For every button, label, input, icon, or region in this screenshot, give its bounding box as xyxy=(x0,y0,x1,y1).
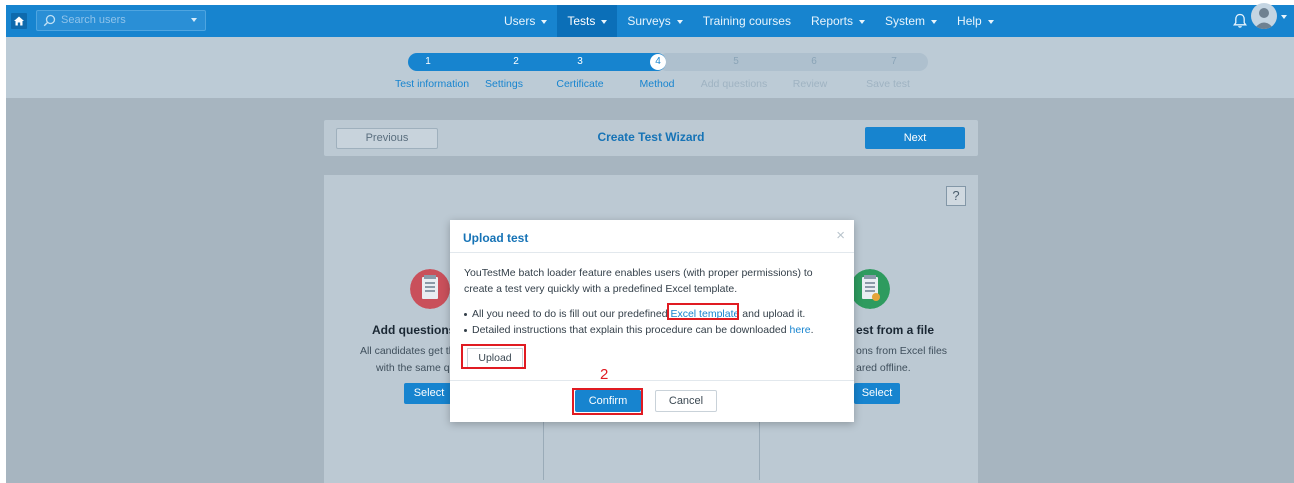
modal-intro: YouTestMe batch loader feature enables u… xyxy=(464,267,813,295)
highlight-confirm xyxy=(572,388,643,415)
step-number[interactable]: 6 xyxy=(804,53,824,71)
nav-item-label: Reports xyxy=(810,14,854,28)
chevron-down-icon xyxy=(859,19,866,24)
step-label[interactable]: Certificate xyxy=(556,78,603,90)
divider xyxy=(543,420,544,480)
modal-title: Upload test xyxy=(463,231,529,245)
avatar[interactable] xyxy=(1251,3,1277,29)
option-file-title: est from a file xyxy=(856,323,935,337)
option-file-desc1: ons from Excel files xyxy=(856,345,948,357)
nav-item-reports[interactable]: Reports xyxy=(801,5,875,37)
document-icon xyxy=(410,269,450,309)
wizard-stepper: 1 2 3 4 5 6 7 Test information Settings Certific… xyxy=(6,37,1294,98)
step-number[interactable]: 7 xyxy=(884,53,904,71)
option-file-desc2: ared offline. xyxy=(856,362,911,374)
step-number[interactable]: 5 xyxy=(726,53,746,71)
step-track: 1 2 3 4 5 6 7 xyxy=(408,53,928,71)
search-input[interactable]: Search users xyxy=(36,10,206,31)
nav-item-system[interactable]: System xyxy=(875,5,947,37)
step-label[interactable]: Add questions xyxy=(701,78,768,90)
user-menu-caret-icon[interactable] xyxy=(1281,15,1287,19)
step-number[interactable]: 2 xyxy=(506,53,526,71)
bullet-dot xyxy=(464,328,467,332)
nav-item-help[interactable]: Help xyxy=(947,5,1004,37)
annotation-marker: 2 xyxy=(600,366,609,383)
select-add-questions-button[interactable]: Select xyxy=(404,383,454,404)
nav-item-label: Surveys xyxy=(627,14,671,28)
bullet-instructions: Detailed instructions that explain this … xyxy=(464,324,813,336)
bullet-instructions-text: Detailed instructions that explain this … xyxy=(472,324,790,336)
cancel-button[interactable]: Cancel xyxy=(655,390,717,412)
nav-item-tests[interactable]: Tests xyxy=(557,5,618,37)
chevron-down-icon xyxy=(931,19,938,24)
bullet-template: All you need to do is fill out our prede… xyxy=(464,308,805,320)
step-number[interactable]: 4 xyxy=(648,53,668,71)
step-number[interactable]: 1 xyxy=(418,53,438,71)
spreadsheet-icon xyxy=(850,269,890,309)
search-dropdown-icon[interactable] xyxy=(191,18,197,22)
step-label[interactable]: Review xyxy=(793,78,827,90)
modal-header: Upload test × xyxy=(450,220,854,253)
option-add-questions-title: Add questions xyxy=(372,323,456,337)
option-add-questions-desc1: All candidates get th xyxy=(360,345,455,357)
bullet-template-tail: and upload it. xyxy=(739,308,806,320)
highlight-upload xyxy=(461,344,526,369)
chevron-down-icon xyxy=(987,19,994,24)
nav-item-label: Users xyxy=(504,14,536,28)
nav-item-training-courses[interactable]: Training courses xyxy=(693,5,801,37)
step-label[interactable]: Method xyxy=(639,78,674,90)
chevron-down-icon xyxy=(601,19,608,24)
bullet-template-text: All you need to do is fill out our prede… xyxy=(472,308,671,320)
bell-icon[interactable] xyxy=(1230,11,1250,31)
next-button[interactable]: Next xyxy=(865,127,965,149)
step-label[interactable]: Test information xyxy=(395,78,469,90)
chevron-down-icon xyxy=(541,19,548,24)
nav-item-label: Help xyxy=(957,14,982,28)
step-track-completed xyxy=(408,53,666,71)
step-label[interactable]: Save test xyxy=(866,78,910,90)
divider xyxy=(759,420,760,480)
select-file-button[interactable]: Select xyxy=(854,383,900,404)
instructions-here-link[interactable]: here xyxy=(790,324,811,336)
nav-item-users[interactable]: Users xyxy=(494,5,557,37)
top-navbar: Search users Users Tests Surveys Training c… xyxy=(6,5,1294,37)
nav-item-label: System xyxy=(885,14,926,28)
main-menu: Users Tests Surveys Training courses Reports… xyxy=(494,5,1004,37)
upload-test-modal: Upload test × YouTestMe batch loader fea… xyxy=(450,220,854,422)
chevron-down-icon xyxy=(676,19,683,24)
search-icon xyxy=(43,14,56,27)
nav-item-label: Tests xyxy=(567,14,596,28)
close-icon[interactable]: × xyxy=(836,227,845,244)
nav-item-surveys[interactable]: Surveys xyxy=(617,5,692,37)
home-icon[interactable] xyxy=(11,13,27,29)
wizard-header-card: Previous Create Test Wizard Next xyxy=(324,120,978,156)
option-add-questions-desc2: with the same q xyxy=(376,362,450,374)
modal-footer-divider xyxy=(450,380,854,381)
bullet-instructions-tail: . xyxy=(810,324,814,336)
nav-item-label: Training courses xyxy=(702,14,791,28)
help-button[interactable]: ? xyxy=(946,186,966,206)
highlight-excel-template xyxy=(667,303,739,320)
bullet-dot xyxy=(464,312,467,316)
search-placeholder: Search users xyxy=(61,14,126,26)
step-number[interactable]: 3 xyxy=(570,53,590,71)
user-icon xyxy=(1254,8,1274,29)
step-label[interactable]: Settings xyxy=(485,78,523,90)
